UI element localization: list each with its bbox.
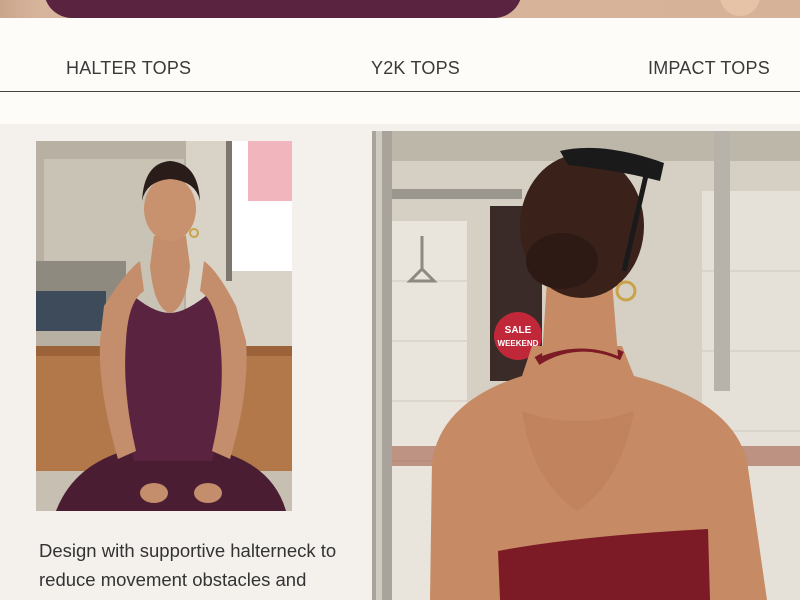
nav-divider [0, 91, 800, 92]
category-nav: HALTER TOPS Y2K TOPS IMPACT TOPS [0, 18, 800, 124]
top-banner-image [0, 0, 800, 18]
product-photo-front-illustration [36, 141, 292, 511]
banner-skin-shape [720, 0, 760, 16]
tab-halter-tops[interactable]: HALTER TOPS [66, 58, 191, 79]
tab-y2k-tops[interactable]: Y2K TOPS [371, 58, 460, 79]
sale-sign-line-1: SALE [505, 325, 532, 336]
product-photo-back[interactable]: SALE WEEKEND [372, 131, 800, 600]
banner-garment-shape [44, 0, 522, 18]
product-description-text: Design with supportive halterneck to red… [39, 540, 337, 590]
product-photo-front[interactable] [36, 141, 292, 511]
product-description: Design with supportive halterneck to red… [39, 536, 359, 594]
product-photo-back-illustration: SALE WEEKEND [372, 131, 800, 600]
tab-impact-tops[interactable]: IMPACT TOPS [648, 58, 770, 79]
